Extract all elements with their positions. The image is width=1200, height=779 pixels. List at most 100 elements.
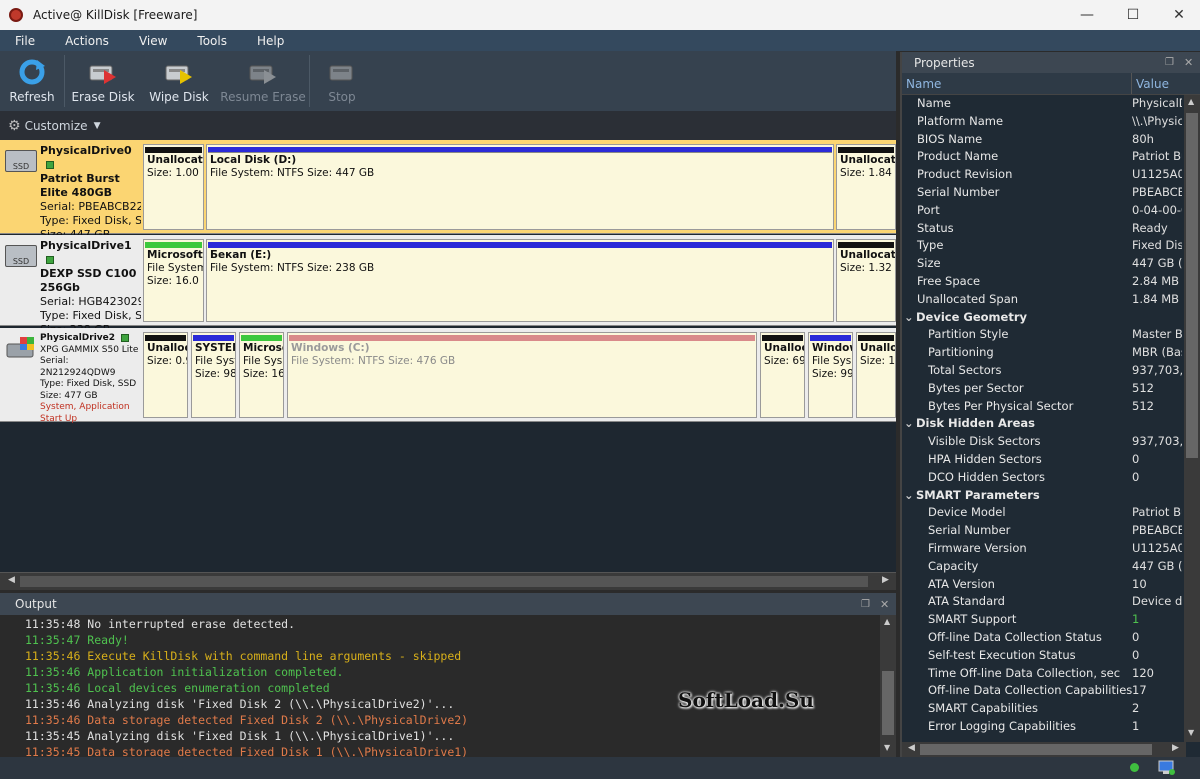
scroll-up-icon[interactable]: ▲ xyxy=(884,617,890,626)
drive-row[interactable]: PhysicalDrive2 XPG GAMMIX S50 Lite Seria… xyxy=(0,328,896,424)
properties-horizontal-scrollbar[interactable]: ◀ ▶ xyxy=(902,742,1186,757)
property-value: 0 xyxy=(1132,451,1140,466)
partition[interactable]: Local Disk (D:) File System: NTFS Size: … xyxy=(206,144,834,230)
close-panel-icon[interactable]: ✕ xyxy=(1184,56,1193,69)
property-row[interactable]: SMART Support 1 xyxy=(902,611,1200,629)
property-row[interactable]: Free Space 2.84 MB (2 xyxy=(902,273,1200,291)
drive-row[interactable]: SSD PhysicalDrive1 DEXP SSD C100 256Gb S… xyxy=(0,235,896,336)
close-panel-icon[interactable]: ✕ xyxy=(880,598,889,611)
property-row[interactable]: Device Model Patriot Bu xyxy=(902,504,1200,522)
property-row[interactable]: ATA Version 10 xyxy=(902,576,1200,594)
partition[interactable]: SYSTEM File Syst Size: 98 xyxy=(191,332,236,418)
scroll-left-icon[interactable]: ◀ xyxy=(8,575,15,585)
chevron-down-icon[interactable]: ⌄ xyxy=(904,415,916,433)
properties-vertical-scrollbar[interactable]: ▲ ▼ xyxy=(1184,95,1200,742)
property-row[interactable]: Serial Number PBEABCB2 xyxy=(902,522,1200,540)
menu-file[interactable]: File xyxy=(0,34,50,48)
partition[interactable]: Unalloc Size: 0.9 xyxy=(143,332,188,418)
scroll-thumb[interactable] xyxy=(1186,113,1198,458)
property-row[interactable]: Time Off-line Data Collection, sec 120 xyxy=(902,665,1200,683)
property-row[interactable]: Name PhysicalDri xyxy=(902,95,1200,113)
property-row[interactable]: Error Logging Capabilities 1 xyxy=(902,718,1200,736)
customize-button[interactable]: Customize xyxy=(25,119,88,133)
stop-button[interactable]: Stop xyxy=(310,51,374,111)
property-value: 17 xyxy=(1132,683,1147,698)
scroll-thumb[interactable] xyxy=(20,576,868,587)
erase-disk-button[interactable]: Erase Disk xyxy=(65,51,141,111)
drive-name: PhysicalDrive0 xyxy=(40,144,132,157)
refresh-button[interactable]: Refresh xyxy=(0,51,64,111)
menu-actions[interactable]: Actions xyxy=(50,34,124,48)
property-row[interactable]: Partition Style Master Bo xyxy=(902,326,1200,344)
partition-info: Size: 1. xyxy=(860,355,896,367)
column-name[interactable]: Name xyxy=(902,73,1132,94)
property-row[interactable]: Total Sectors 937,703,08 xyxy=(902,362,1200,380)
scroll-up-icon[interactable]: ▲ xyxy=(1188,97,1194,106)
partition[interactable]: Microso File Sys Size: 16 xyxy=(239,332,284,418)
property-row[interactable]: HPA Hidden Sectors 0 xyxy=(902,451,1200,469)
float-panel-icon[interactable]: ❐ xyxy=(1165,57,1174,68)
resume-erase-button[interactable]: Resume Erase xyxy=(217,51,309,111)
maximize-button[interactable]: ☐ xyxy=(1110,0,1156,30)
property-row[interactable]: Product Revision U1125A0 xyxy=(902,166,1200,184)
chevron-down-icon[interactable]: ⌄ xyxy=(904,487,916,505)
menu-tools[interactable]: Tools xyxy=(182,34,242,48)
partition[interactable]: Бекап (E:) File System: NTFS Size: 238 G… xyxy=(206,239,834,322)
minimize-button[interactable]: — xyxy=(1064,0,1110,30)
property-category[interactable]: ⌄ Device Geometry xyxy=(902,309,1200,327)
scroll-right-icon[interactable]: ▶ xyxy=(882,575,889,585)
property-row[interactable]: SMART Capabilities 2 xyxy=(902,700,1200,718)
drive-row[interactable]: SSD PhysicalDrive0 Patriot Burst Elite 4… xyxy=(0,140,896,241)
property-row[interactable]: Off-line Data Collection Status 0 xyxy=(902,629,1200,647)
scroll-thumb[interactable] xyxy=(920,744,1152,755)
partition[interactable]: Windows (C:) File System: NTFS Size: 476… xyxy=(287,332,757,418)
scroll-down-icon[interactable]: ▼ xyxy=(1188,728,1194,737)
property-row[interactable]: ATA Standard Device do xyxy=(902,593,1200,611)
partition[interactable]: Window File Sys Size: 99 xyxy=(808,332,853,418)
property-row[interactable]: Bytes Per Physical Sector 512 xyxy=(902,398,1200,416)
property-row[interactable]: BIOS Name 80h xyxy=(902,131,1200,149)
output-scrollbar[interactable]: ▲ ▼ xyxy=(880,615,896,757)
scroll-down-icon[interactable]: ▼ xyxy=(884,743,890,752)
property-row[interactable]: Off-line Data Collection Capabilities 17 xyxy=(902,682,1200,700)
property-row[interactable]: Type Fixed Disk, xyxy=(902,237,1200,255)
menu-help[interactable]: Help xyxy=(242,34,299,48)
property-value: 512 xyxy=(1132,380,1154,395)
property-row[interactable]: DCO Hidden Sectors 0 xyxy=(902,469,1200,487)
chevron-down-icon[interactable]: ⌄ xyxy=(904,309,916,327)
property-row[interactable]: Port 0-04-00-00 xyxy=(902,202,1200,220)
column-value[interactable]: Value xyxy=(1132,73,1186,94)
property-row[interactable]: Serial Number PBEABCB2 xyxy=(902,184,1200,202)
partition[interactable]: Unallocate Size: 1.00 M xyxy=(143,144,204,230)
partition-info: File System: NTFS Size: 238 GB xyxy=(210,262,375,274)
property-category[interactable]: ⌄ Disk Hidden Areas xyxy=(902,415,1200,433)
close-button[interactable]: ✕ xyxy=(1156,0,1200,30)
property-row[interactable]: Self-test Execution Status 0 xyxy=(902,647,1200,665)
property-row[interactable]: Size 447 GB (48 xyxy=(902,255,1200,273)
partition[interactable]: Unallo Size: 1. xyxy=(856,332,896,418)
partition[interactable]: Unallocate Size: 1.84 M xyxy=(836,144,896,230)
property-row[interactable]: Platform Name \\.\Physic xyxy=(902,113,1200,131)
scroll-left-icon[interactable]: ◀ xyxy=(908,743,915,753)
property-category[interactable]: ⌄ SMART Parameters xyxy=(902,487,1200,505)
property-row[interactable]: Unallocated Span 1.84 MB (1 xyxy=(902,291,1200,309)
property-row[interactable]: Capacity 447 GB (48 xyxy=(902,558,1200,576)
property-row[interactable]: Visible Disk Sectors 937,703,08 xyxy=(902,433,1200,451)
partition[interactable]: Unallocate Size: 1.32 M xyxy=(836,239,896,322)
property-row[interactable]: Firmware Version U1125A0 xyxy=(902,540,1200,558)
float-panel-icon[interactable]: ❐ xyxy=(861,599,870,610)
disk-horizontal-scrollbar[interactable]: ◀ ▶ xyxy=(0,572,896,590)
property-row[interactable]: Partitioning MBR (Basi xyxy=(902,344,1200,362)
menu-view[interactable]: View xyxy=(124,34,182,48)
partition[interactable]: Microsoft File System Size: 16.0 M xyxy=(143,239,204,322)
partition[interactable]: Unalloc Size: 69 xyxy=(760,332,805,418)
property-row[interactable]: Product Name Patriot Bu xyxy=(902,148,1200,166)
property-row[interactable]: Status Ready xyxy=(902,220,1200,238)
property-value: 937,703,08 xyxy=(1132,362,1182,377)
chevron-down-icon[interactable]: ▼ xyxy=(94,121,101,131)
network-computer-icon[interactable] xyxy=(1158,760,1176,776)
wipe-disk-button[interactable]: Wipe Disk xyxy=(141,51,217,111)
scroll-right-icon[interactable]: ▶ xyxy=(1172,743,1179,753)
scroll-thumb[interactable] xyxy=(882,671,894,735)
property-row[interactable]: Bytes per Sector 512 xyxy=(902,380,1200,398)
